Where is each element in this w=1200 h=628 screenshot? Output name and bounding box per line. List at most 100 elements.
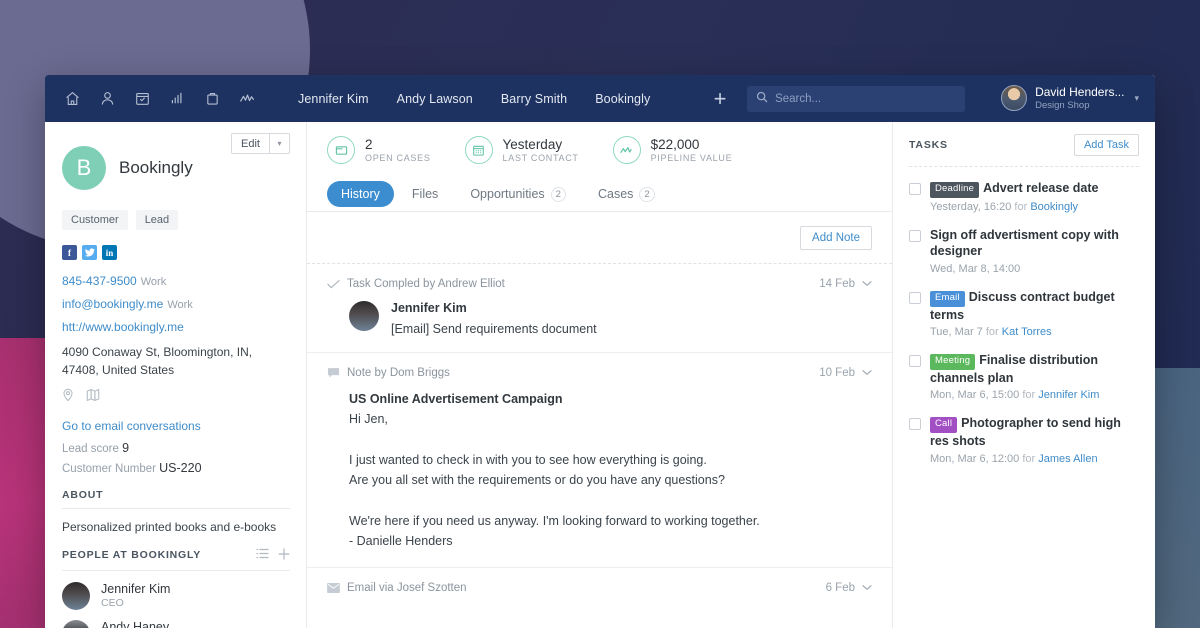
task-item[interactable]: Call Photographer to send high res shots … xyxy=(909,415,1139,465)
task-item[interactable]: Sign off advertisment copy with designer… xyxy=(909,227,1139,275)
task-content: Email Discuss contract budget terms Tue, … xyxy=(930,289,1139,338)
timeline-item-header: Note by Dom Briggs 10 Feb xyxy=(327,367,872,379)
tab-badge: 2 xyxy=(639,186,655,202)
task-for-label: for xyxy=(1022,452,1036,465)
task-checkbox[interactable] xyxy=(909,291,921,304)
note-line: - Danielle Henders xyxy=(349,533,453,548)
location-pin-icon[interactable] xyxy=(62,388,74,407)
website-value[interactable]: htt://www.bookingly.me xyxy=(62,320,184,334)
nav-tab-2[interactable]: Barry Smith xyxy=(487,92,581,106)
tab-history[interactable]: History xyxy=(327,181,394,207)
linkedin-icon[interactable]: in xyxy=(102,245,117,260)
lead-score-value: 9 xyxy=(122,440,130,455)
note-line xyxy=(349,430,872,450)
record-main-panel: 2 OPEN CASES Yesterday LAST CONTACT $22,… xyxy=(307,122,893,628)
record-tabs: History Files Opportunities 2 Cases 2 xyxy=(307,174,892,212)
tab-cases[interactable]: Cases 2 xyxy=(584,181,669,208)
add-note-button[interactable]: Add Note xyxy=(800,226,872,250)
task-checkbox[interactable] xyxy=(909,418,921,431)
activity-timeline: Add Note Task Compled by Andrew Elliot 1… xyxy=(307,212,892,628)
user-org: Design Shop xyxy=(1035,100,1090,112)
person-info: Andy Haney Head of Customer Relations xyxy=(101,620,233,628)
task-related-link[interactable]: Kat Torres xyxy=(1002,326,1052,338)
tab-files[interactable]: Files xyxy=(398,181,452,207)
person-name: Jennifer Kim xyxy=(101,582,171,597)
tag-customer[interactable]: Customer xyxy=(62,210,128,230)
task-item[interactable]: Meeting Finalise distribution channels pl… xyxy=(909,352,1139,401)
email-field: info@bookingly.me Work xyxy=(62,296,290,314)
stat-text: 2 OPEN CASES xyxy=(365,137,431,164)
note-line xyxy=(349,490,872,510)
briefcase-icon[interactable] xyxy=(197,84,227,114)
chevron-down-icon[interactable] xyxy=(862,278,872,290)
list-item[interactable]: Jennifer Kim CEO xyxy=(62,581,290,610)
search-box[interactable] xyxy=(747,85,966,112)
customer-number-value: US-220 xyxy=(159,460,202,475)
divider xyxy=(62,569,290,571)
nav-tab-1[interactable]: Andy Lawson xyxy=(383,92,487,106)
phone-value[interactable]: 845-437-9500 xyxy=(62,274,137,288)
email-conversations-link[interactable]: Go to email conversations xyxy=(62,419,201,433)
task-related-link[interactable]: Bookingly xyxy=(1030,201,1078,213)
add-task-button[interactable]: Add Task xyxy=(1073,134,1139,156)
home-icon[interactable] xyxy=(57,84,87,114)
email-value[interactable]: info@bookingly.me xyxy=(62,297,163,311)
task-related-link[interactable]: James Allen xyxy=(1038,453,1097,465)
stat-label: OPEN CASES xyxy=(365,153,431,164)
map-icon[interactable] xyxy=(86,388,100,407)
task-checkbox[interactable] xyxy=(909,355,921,368)
timeline-item-title: Note by Dom Briggs xyxy=(347,367,450,379)
stat-label: LAST CONTACT xyxy=(502,153,579,164)
tab-opportunities[interactable]: Opportunities 2 xyxy=(456,181,580,208)
stat-value: $22,000 xyxy=(650,136,700,152)
list-item[interactable]: Andy Haney Head of Customer Relations xyxy=(62,619,290,628)
phone-label: Work xyxy=(140,276,167,288)
chevron-down-icon[interactable] xyxy=(862,367,872,379)
task-title-line: Email Discuss contract budget terms xyxy=(930,289,1139,323)
task-item[interactable]: Deadline Advert release date Yesterday, 1… xyxy=(909,180,1139,213)
calendar-icon[interactable] xyxy=(127,84,157,114)
timeline-item-header: Task Compled by Andrew Elliot 14 Feb xyxy=(327,278,872,290)
edit-chevron-down-icon[interactable]: ▾ xyxy=(270,133,290,154)
people-actions xyxy=(256,548,290,563)
nav-tab-3[interactable]: Bookingly xyxy=(581,92,664,106)
list-view-icon[interactable] xyxy=(256,548,269,562)
person-icon[interactable] xyxy=(92,84,122,114)
task-checkbox[interactable] xyxy=(909,229,921,242)
task-related-link[interactable]: Jennifer Kim xyxy=(1038,389,1099,401)
edit-button[interactable]: Edit xyxy=(231,133,270,154)
bar-chart-icon[interactable] xyxy=(162,84,192,114)
facebook-icon[interactable]: f xyxy=(62,245,77,260)
twitter-icon[interactable] xyxy=(82,245,97,260)
people-heading-label: PEOPLE AT BOOKINGLY xyxy=(62,549,202,562)
activity-icon[interactable] xyxy=(232,84,262,114)
envelope-icon xyxy=(327,583,347,593)
timeline-item-date: 14 Feb xyxy=(819,278,855,290)
add-person-icon[interactable] xyxy=(278,548,290,563)
stat-value: Yesterday xyxy=(502,136,563,152)
add-new-button[interactable]: + xyxy=(705,87,735,110)
nav-tab-0[interactable]: Jennifer Kim xyxy=(284,92,383,106)
nav-icon-group xyxy=(57,84,262,114)
tag-lead[interactable]: Lead xyxy=(135,210,179,230)
task-title: Advert release date xyxy=(983,181,1099,195)
timeline-item: Task Compled by Andrew Elliot 14 Feb Jen… xyxy=(307,264,892,353)
task-meta: Tue, Mar 7 for Kat Torres xyxy=(930,326,1139,338)
task-title-line: Call Photographer to send high res shots xyxy=(930,415,1139,449)
task-date: Mon, Mar 6, 15:00 xyxy=(930,389,1020,402)
email-label: Work xyxy=(167,298,193,311)
email-conversations-field: Go to email conversations xyxy=(62,418,290,435)
search-input[interactable] xyxy=(775,92,957,105)
task-checkbox[interactable] xyxy=(909,183,921,195)
lead-score-field: Lead score 9 xyxy=(62,441,290,455)
task-date: Mon, Mar 6, 12:00 xyxy=(930,452,1020,465)
tab-label: Cases xyxy=(597,187,634,201)
task-for-label: for xyxy=(1014,200,1028,213)
crm-window: Jennifer Kim Andy Lawson Barry Smith Boo… xyxy=(45,75,1155,628)
user-menu[interactable]: David Henders... Design Shop ▾ xyxy=(1001,85,1139,112)
chevron-down-icon[interactable]: ▾ xyxy=(1134,93,1139,104)
decorative-slate-shape xyxy=(1154,368,1200,628)
chevron-down-icon[interactable] xyxy=(862,582,872,594)
task-item[interactable]: Email Discuss contract budget terms Tue, … xyxy=(909,289,1139,338)
note-line: We're here if you need us anyway. I'm lo… xyxy=(349,513,760,528)
